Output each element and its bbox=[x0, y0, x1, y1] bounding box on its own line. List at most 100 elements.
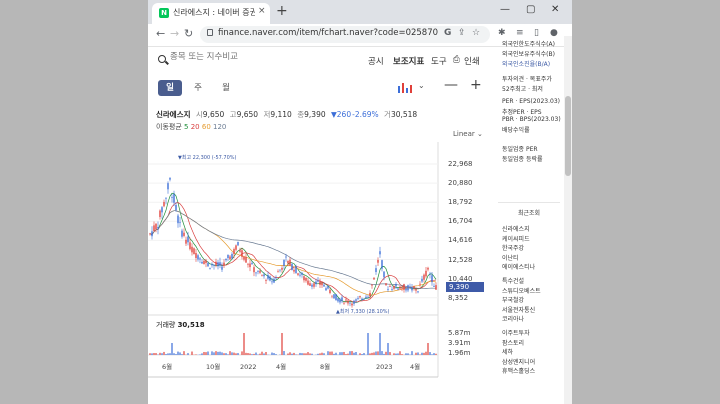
price-chart[interactable]: ▼최고 22,300 (-57.70%) ▲최저 7,330 (28.10%) … bbox=[148, 47, 494, 404]
sidebar-scrollbar[interactable] bbox=[564, 36, 572, 404]
volume-bar bbox=[381, 351, 383, 355]
volume-bar bbox=[201, 353, 203, 355]
recent-stock-link[interactable]: 삼성엔지니어 bbox=[502, 357, 535, 366]
browser-tab[interactable]: N 신라에스지 : 네이버 증권 × bbox=[152, 3, 270, 24]
candle-body bbox=[163, 201, 165, 207]
candle-body bbox=[211, 263, 213, 266]
candle-body bbox=[365, 296, 367, 299]
volume-bar bbox=[251, 354, 253, 355]
candle-body bbox=[335, 294, 337, 301]
recent-stock-link[interactable]: 부국철강 bbox=[502, 295, 524, 304]
recent-stock-link[interactable]: 이난티 bbox=[502, 253, 519, 262]
volume-bar bbox=[165, 354, 167, 355]
volume-bar bbox=[427, 343, 429, 355]
price-tick-label: 8,352 bbox=[448, 293, 469, 302]
volume-bar bbox=[221, 352, 223, 355]
candle-body bbox=[327, 286, 329, 289]
volume-bar bbox=[155, 353, 157, 355]
share-icon[interactable]: ⇪ bbox=[458, 28, 466, 38]
candle-body bbox=[357, 298, 359, 299]
sidebar-divider bbox=[498, 202, 560, 203]
candle-body bbox=[309, 283, 311, 286]
scrollbar-thumb[interactable] bbox=[565, 96, 571, 176]
tab-title: 신라에스지 : 네이버 증권 bbox=[173, 8, 255, 17]
volume-bar bbox=[225, 353, 227, 355]
reload-icon[interactable]: ↻ bbox=[184, 27, 193, 40]
candle-body bbox=[391, 288, 393, 290]
volume-bar bbox=[237, 353, 239, 355]
volume-bar bbox=[291, 353, 293, 355]
candle-body bbox=[427, 267, 429, 270]
candle-body bbox=[229, 256, 231, 260]
industry-item: 동일업종 PER bbox=[502, 146, 538, 153]
recent-stock-link[interactable]: 케이씨피드 bbox=[502, 234, 530, 243]
recent-stock-link[interactable]: 서울전자통신 bbox=[502, 305, 535, 314]
volume-bar bbox=[305, 353, 307, 355]
candle-body bbox=[221, 266, 223, 270]
recent-stock-link[interactable]: 코리아나 bbox=[502, 314, 524, 323]
volume-bar bbox=[195, 354, 197, 355]
close-tab-icon[interactable]: × bbox=[258, 6, 266, 16]
recent-stock-link[interactable]: 스튜디오베스트 bbox=[502, 286, 541, 295]
valuation-item: 배당수익률 bbox=[502, 127, 530, 134]
candle-body bbox=[279, 269, 281, 271]
volume-bar bbox=[271, 352, 273, 355]
candle-body bbox=[315, 281, 317, 285]
volume-tick-label: 3.91m bbox=[448, 339, 471, 347]
x-axis-label: 2022 bbox=[240, 363, 257, 371]
candle-body bbox=[293, 269, 295, 272]
candle-body bbox=[187, 236, 189, 243]
recent-stock-link[interactable]: 세하 bbox=[502, 347, 513, 356]
volume-bar bbox=[347, 353, 349, 355]
candle-body bbox=[225, 258, 227, 261]
candle-body bbox=[149, 233, 151, 235]
recent-views-title: 최근조회 bbox=[518, 210, 541, 217]
candle-body bbox=[399, 286, 401, 289]
candle-body bbox=[371, 284, 373, 286]
industry-item: 동일업종 등락률 bbox=[502, 156, 543, 163]
candle-body bbox=[235, 245, 237, 250]
candle-body bbox=[191, 246, 193, 253]
candle-body bbox=[313, 283, 315, 287]
volume-bar bbox=[327, 351, 329, 355]
minimize-icon[interactable]: — bbox=[500, 4, 510, 15]
volume-bar bbox=[321, 352, 323, 355]
recent-stock-link[interactable]: 한국주강 bbox=[502, 243, 524, 252]
candle-body bbox=[269, 276, 271, 281]
close-window-icon[interactable]: ✕ bbox=[551, 4, 559, 15]
price-tick-label: 16,704 bbox=[448, 217, 473, 226]
recent-stock-link[interactable]: 이주트투자 bbox=[502, 328, 530, 337]
moving-average-line bbox=[149, 192, 437, 303]
back-icon[interactable]: ← bbox=[156, 27, 165, 40]
candle-body bbox=[265, 280, 267, 281]
candle-body bbox=[251, 263, 253, 265]
google-icon[interactable]: G bbox=[444, 28, 451, 38]
recent-stock-link[interactable]: 특수건설 bbox=[502, 276, 524, 285]
volume-bar bbox=[399, 351, 401, 355]
volume-bar bbox=[341, 352, 343, 355]
candle-body bbox=[311, 284, 313, 287]
new-tab-button[interactable]: + bbox=[276, 3, 288, 19]
candle-body bbox=[297, 273, 299, 275]
candle-body bbox=[325, 288, 327, 291]
recent-stock-link[interactable]: 팜스토리 bbox=[502, 338, 524, 347]
forward-icon[interactable]: → bbox=[170, 27, 179, 40]
candle-body bbox=[381, 260, 383, 269]
candle-body bbox=[207, 263, 209, 267]
volume-bar bbox=[345, 354, 347, 355]
recent-stock-link[interactable]: 신라에스지 bbox=[502, 224, 530, 233]
info-sidebar: 외국인한도주식수(A) 외국인보유주식수(B) 외국인소진율(B/A) 투자의견 · … bbox=[494, 36, 564, 404]
candle-body bbox=[153, 225, 155, 232]
bookmark-star-icon[interactable]: ☆ bbox=[472, 28, 480, 38]
recent-stock-link[interactable]: 에이에스티나 bbox=[502, 262, 535, 271]
candle-body bbox=[231, 253, 233, 259]
maximize-icon[interactable]: ▢ bbox=[526, 4, 535, 15]
candle-body bbox=[289, 259, 291, 266]
candle-body bbox=[181, 230, 183, 237]
volume-bar bbox=[393, 353, 395, 355]
volume-tick-label: 1.96m bbox=[448, 349, 471, 357]
recent-stock-link[interactable]: 휴맥스홀딩스 bbox=[502, 366, 535, 375]
valuation-item: PBR · BPS(2023.03) bbox=[502, 116, 561, 123]
volume-bar bbox=[179, 352, 181, 355]
candle-body bbox=[411, 287, 413, 291]
